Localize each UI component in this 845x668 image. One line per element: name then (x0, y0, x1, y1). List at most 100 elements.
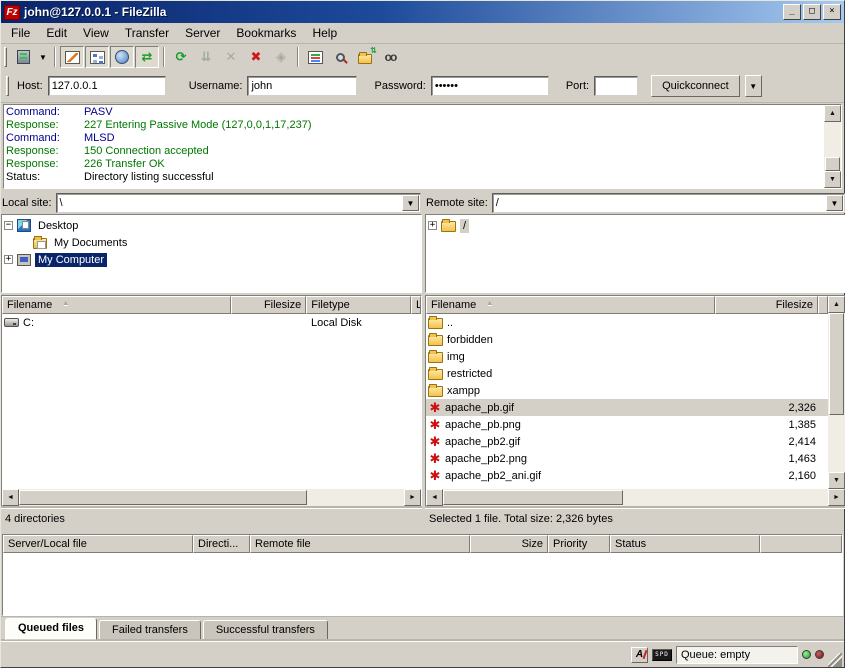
menu-file[interactable]: File (3, 24, 38, 42)
scroll-right-icon[interactable]: ► (828, 489, 845, 506)
tab-queued-files[interactable]: Queued files (5, 618, 97, 640)
log-scrollbar[interactable]: ▲ ▼ (824, 105, 841, 188)
column-filename[interactable]: Filename▲ (2, 296, 231, 314)
minimize-button[interactable]: _ (783, 4, 801, 20)
column-filesize[interactable]: Filesize (231, 296, 306, 314)
quickconnect-button[interactable]: Quickconnect (651, 75, 740, 97)
menu-bookmarks[interactable]: Bookmarks (228, 24, 304, 42)
tree-item-my-documents[interactable]: My Documents (20, 234, 421, 251)
folder-icon (428, 318, 443, 329)
remote-row-parent[interactable]: .. (426, 314, 828, 331)
expand-icon[interactable]: + (4, 255, 13, 264)
remote-row-folder[interactable]: forbidden (426, 331, 828, 348)
maximize-button[interactable]: □ (803, 4, 821, 20)
remote-row-file[interactable]: ✱apache_pb.png1,385 (426, 416, 828, 433)
disconnect-button[interactable]: ✖ (244, 46, 268, 68)
synchronized-browsing-button[interactable]: ⇅ (353, 46, 377, 68)
host-input[interactable] (48, 76, 166, 96)
collapse-icon[interactable]: − (4, 221, 13, 230)
remote-vscrollbar[interactable]: ▲ ▼ (828, 296, 845, 489)
menu-help[interactable]: Help (304, 24, 345, 42)
refresh-button[interactable]: ⟳ (169, 46, 193, 68)
toolbar-grip[interactable] (4, 47, 7, 67)
scroll-left-icon[interactable]: ◄ (2, 489, 19, 506)
find-files-button[interactable]: oo (378, 46, 402, 68)
local-hscrollbar[interactable]: ◄ ► (2, 489, 421, 506)
remote-row-file[interactable]: ✱apache_pb2.gif2,414 (426, 433, 828, 450)
image-file-icon: ✱ (428, 401, 442, 414)
queue-list-empty (3, 553, 842, 615)
filename-filters-button[interactable] (303, 46, 327, 68)
username-input[interactable] (247, 76, 357, 96)
column-lastmodified[interactable]: L (411, 296, 421, 314)
column-priority[interactable]: Priority (548, 535, 610, 553)
column-remote-file[interactable]: Remote file (250, 535, 470, 553)
toggle-local-tree-button[interactable] (85, 46, 109, 68)
transfer-queue: Server/Local file Directi... Remote file… (2, 534, 843, 616)
cancel-operation-button[interactable]: ✕ (219, 46, 243, 68)
remote-row-folder[interactable]: restricted (426, 365, 828, 382)
password-input[interactable] (431, 76, 549, 96)
menu-edit[interactable]: Edit (38, 24, 75, 42)
resize-grip[interactable] (828, 653, 842, 667)
tree-item-my-computer[interactable]: + My Computer (4, 251, 421, 268)
tree-item-root[interactable]: + / (428, 217, 845, 234)
column-status[interactable]: Status (610, 535, 760, 553)
column-size[interactable]: Size (470, 535, 548, 553)
column-server-local-file[interactable]: Server/Local file (3, 535, 193, 553)
remote-rows: .. forbidden img restricted xampp ✱apach… (426, 314, 828, 489)
menu-transfer[interactable]: Transfer (117, 24, 177, 42)
scroll-left-icon[interactable]: ◄ (426, 489, 443, 506)
reconnect-button[interactable]: ◈ (269, 46, 293, 68)
local-rows: C: Local Disk (2, 314, 421, 489)
combo-dropdown-icon[interactable]: ▼ (826, 195, 843, 211)
queue-status-panel: Queue: empty (676, 646, 798, 664)
close-button[interactable]: × (823, 4, 841, 20)
tab-failed-transfers[interactable]: Failed transfers (99, 620, 201, 641)
column-filetype[interactable]: Filetype (306, 296, 411, 314)
log-scroll-thumb[interactable] (825, 157, 840, 171)
remote-hscroll-thumb[interactable] (443, 490, 623, 505)
remote-row-file[interactable]: ✱apache_pb2_ani.gif2,160 (426, 467, 828, 484)
sort-asc-icon: ▲ (62, 300, 69, 307)
reconnect-icon: ◈ (273, 49, 289, 65)
tree-item-desktop[interactable]: − Desktop (4, 217, 421, 234)
site-manager-dropdown-button[interactable]: ▼ (36, 46, 50, 68)
toggle-transfer-queue-button[interactable]: ⇄ (135, 46, 159, 68)
column-filesize[interactable]: Filesize (715, 296, 818, 314)
scroll-up-icon[interactable]: ▲ (828, 296, 845, 313)
local-site-combo[interactable]: \ ▼ (56, 193, 421, 213)
remote-vscroll-thumb[interactable] (829, 313, 844, 415)
remote-row-file-selected[interactable]: ✱apache_pb.gif2,326 (426, 399, 828, 416)
scroll-right-icon[interactable]: ► (404, 489, 421, 506)
site-manager-button[interactable] (11, 46, 35, 68)
process-queue-button[interactable]: ⇊ (194, 46, 218, 68)
toggle-remote-tree-button[interactable] (110, 46, 134, 68)
tab-successful-transfers[interactable]: Successful transfers (203, 620, 328, 641)
folder-icon (428, 352, 443, 363)
expand-icon[interactable]: + (428, 221, 437, 230)
remote-row-folder[interactable]: img (426, 348, 828, 365)
local-tree-pane: Local site: \ ▼ − Desktop My Documents (1, 192, 422, 293)
scroll-down-icon[interactable]: ▼ (828, 472, 845, 489)
remote-row-file[interactable]: ✱apache_pb2.png1,463 (426, 450, 828, 467)
quickconnect-dropdown-button[interactable]: ▼ (745, 75, 762, 97)
port-input[interactable] (594, 76, 638, 96)
quickbar-grip[interactable] (6, 76, 9, 96)
quickconnect-bar: Host: Username: Password: Port: Quickcon… (1, 70, 844, 103)
remote-row-folder[interactable]: xampp (426, 382, 828, 399)
combo-dropdown-icon[interactable]: ▼ (402, 195, 419, 211)
scroll-down-icon[interactable]: ▼ (824, 171, 841, 188)
toggle-message-log-button[interactable] (60, 46, 84, 68)
local-row-c-drive[interactable]: C: Local Disk (2, 314, 421, 331)
menu-server[interactable]: Server (177, 24, 228, 42)
remote-site-combo[interactable]: / ▼ (492, 193, 845, 213)
column-filename[interactable]: Filename▲ (426, 296, 715, 314)
directory-comparison-button[interactable] (328, 46, 352, 68)
list-status-row: 4 directories Selected 1 file. Total siz… (1, 508, 844, 529)
column-direction[interactable]: Directi... (193, 535, 250, 553)
menu-view[interactable]: View (75, 24, 117, 42)
scroll-up-icon[interactable]: ▲ (824, 105, 841, 122)
local-hscroll-thumb[interactable] (19, 490, 307, 505)
remote-hscrollbar[interactable]: ◄ ► (426, 489, 845, 506)
